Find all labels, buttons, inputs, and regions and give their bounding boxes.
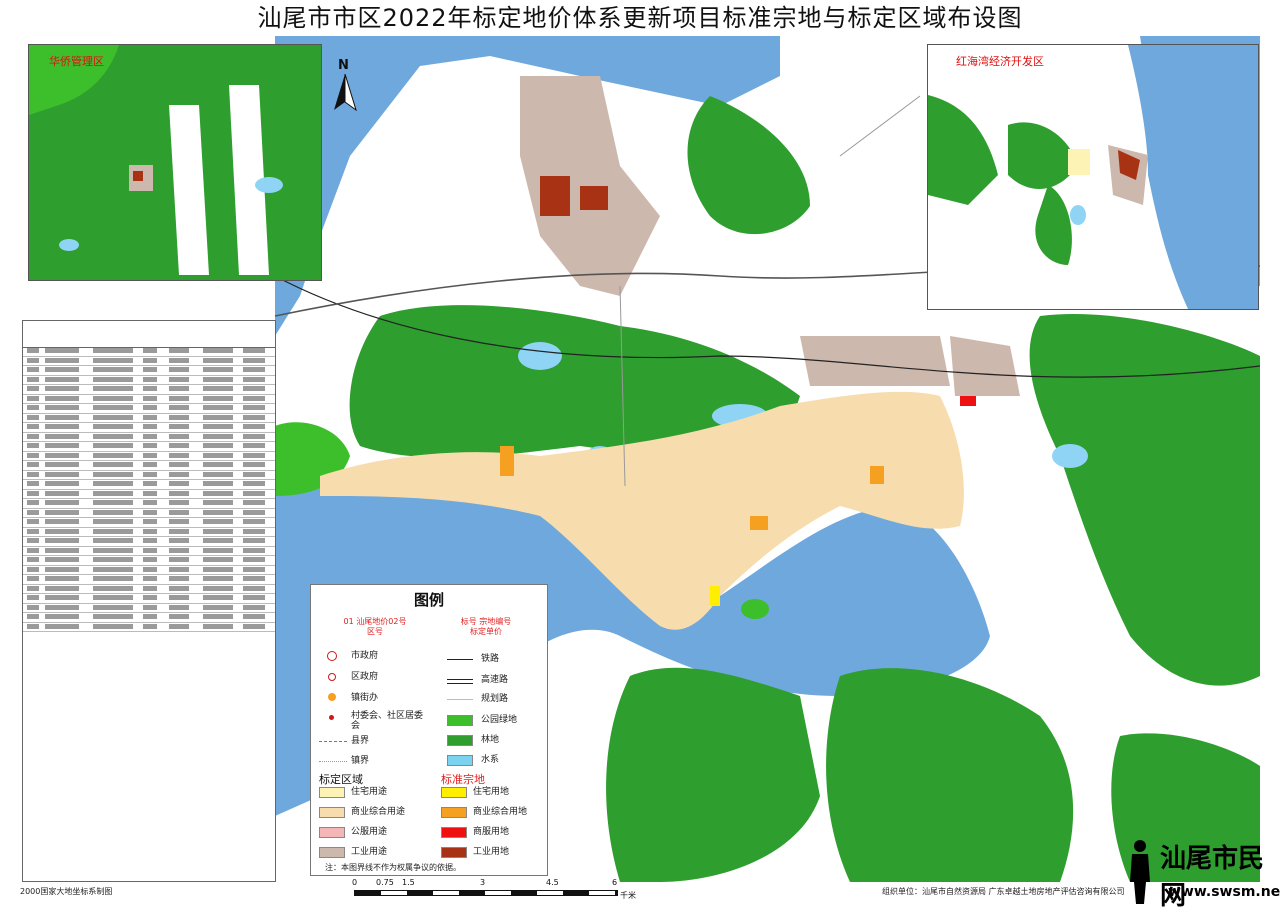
legend-symbol-townborder-label: 镇界 [351,756,370,766]
parcel-table [22,320,276,882]
legend-zone-commercial-label: 商业综合用途 [351,807,406,817]
scale-bar: 0 0.75 1.5 3 4.5 6 千米 [340,878,640,902]
scale-tick: 0.75 [376,878,394,887]
legend-symbol-town-label: 镇街办 [351,693,379,703]
legend-zone-public-label: 公服用途 [351,827,388,837]
north-label: N [338,58,349,73]
forest-southeast [826,668,1074,882]
parcel-residential-1 [710,586,720,606]
parcel-service-swatch [441,827,467,838]
district-gov-icon [328,673,336,681]
scale-unit: 千米 [620,891,636,900]
scale-bar-graphic [354,890,618,896]
scale-tick: 1.5 [402,878,415,887]
legend-footnote: 注：本图界线不作为权属争议的依据。 [325,863,461,872]
legend-parcel-industrial-label: 工业用地 [473,847,510,857]
railway-icon [447,659,473,660]
scale-tick: 3 [480,878,486,887]
parcel-commercial-1 [500,446,514,476]
north-arrow-icon [334,74,357,112]
legend-title: 图例 [413,591,444,609]
town-office-icon [328,693,336,701]
parcel-industrial-2 [580,186,608,210]
zone-industrial-ne [950,336,1020,396]
legend-zone-residential-label: 住宅用途 [351,787,388,797]
island [741,599,769,619]
inset-honghaiwan: 红海湾经济开发区 [927,44,1259,310]
park-swatch [447,715,473,726]
zone-residential-swatch [319,787,345,798]
legend-symbol-county-label: 县界 [351,736,370,746]
inset-huaqiao: 华侨管理区 [28,44,322,281]
legend-area-water-label: 水系 [481,755,500,765]
legend-red-note-right: 标号 宗地编号 标定单价 [460,617,512,636]
person-silhouette-icon [1130,840,1150,904]
footer-crs: 2000国家大地坐标系制图 [20,887,113,896]
town-border-icon [319,761,347,762]
planned-road-icon [447,699,473,700]
road-line-2 [839,95,921,157]
legend-red-note-left: 01 汕尾地价02号 区号 [343,617,407,636]
highway-icon [447,679,473,684]
inset-huaqiao-map [29,45,321,280]
watermark-url: www.swsm.net [1168,884,1280,900]
map-title: 汕尾市市区2022年标定地价体系更新项目标准宗地与标定区域布设图 [257,4,1023,32]
legend-line-highway-label: 高速路 [481,675,509,685]
zone-industrial-swatch [319,847,345,858]
zone-commercial-swatch [319,807,345,818]
parcel-residential-swatch [441,787,467,798]
parcel-table-header [23,321,275,348]
legend-panel: 图例 01 汕尾地价02号 区号 标号 宗地编号 标定单价 市政府 区政府 镇街… [310,584,548,876]
legend-line-planned-label: 规划路 [481,694,509,704]
legend-zone-industrial-label: 工业用途 [351,847,388,857]
parcel-commercial-2 [870,466,884,484]
forest-south [606,667,820,882]
inset-honghaiwan-map [928,45,1258,309]
forest-swatch [447,735,473,746]
parcel-industrial-1 [540,176,570,216]
legend-symbol-district-label: 区政府 [351,672,379,682]
legend-symbol-village-label: 村委会、社区居委会 [351,711,424,731]
legend-line-railway-label: 铁路 [481,654,500,664]
forest-north [687,96,810,235]
parcel-table-rows [23,347,275,632]
scale-tick: 4.5 [546,878,559,887]
parcel-industrial-swatch [441,847,467,858]
legend-parcel-residential-label: 住宅用地 [473,787,510,797]
parcel-service-1 [960,396,976,406]
legend-area-park-label: 公园绿地 [481,715,518,725]
footer-org: 组织单位：汕尾市自然资源局 广东卓越土地房地产评估咨询有限公司 [882,887,1125,896]
government-icon [327,651,337,661]
village-icon [329,715,334,720]
legend-parcel-commercial-label: 商业综合用地 [473,807,528,817]
scale-tick: 6 [612,878,618,887]
north-arrow: N [330,58,360,114]
legend-parcel-service-label: 商服用地 [473,827,510,837]
parcel-commercial-3 [750,516,768,530]
zone-public-swatch [319,827,345,838]
county-border-icon [319,741,347,742]
lake-4 [1052,444,1088,468]
inset-huaqiao-label: 华侨管理区 [49,55,104,68]
legend-symbol-gov-label: 市政府 [351,651,379,661]
inset-honghaiwan-label: 红海湾经济开发区 [956,55,1044,68]
watermark: 汕尾市民网 www.swsm.net [1120,838,1280,911]
lake-1 [518,342,562,370]
parcel-commercial-swatch [441,807,467,818]
watermark-text: 汕尾市民网 [1160,844,1265,911]
water-swatch [447,755,473,766]
legend-area-forest-label: 林地 [481,735,500,745]
scale-tick: 0 [352,878,358,887]
